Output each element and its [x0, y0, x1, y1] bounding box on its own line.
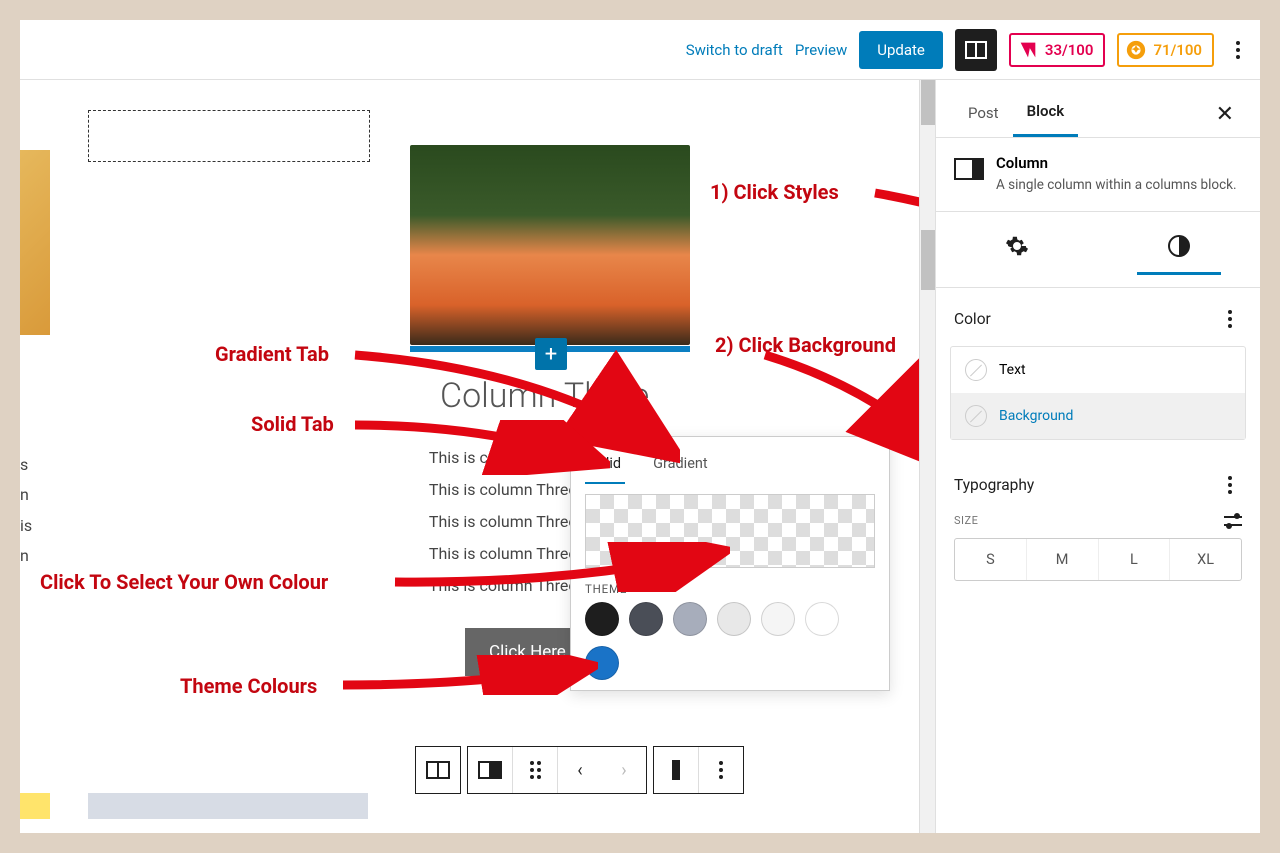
editor-main: s n is n + Column Three This is column T…: [20, 80, 1260, 833]
seo-score-badge-orange[interactable]: 71/100: [1117, 33, 1214, 67]
typography-panel-options[interactable]: [1218, 468, 1242, 502]
size-m[interactable]: M: [1026, 539, 1098, 580]
column-hero-image[interactable]: [410, 145, 690, 345]
custom-color-swatch[interactable]: [585, 494, 875, 568]
align-icon: [672, 760, 680, 780]
add-block-button[interactable]: +: [535, 338, 567, 370]
drag-icon: [530, 761, 541, 779]
toolbar-block-type-button[interactable]: [416, 747, 460, 793]
size-xl[interactable]: XL: [1169, 539, 1241, 580]
theme-color-4[interactable]: [717, 602, 751, 636]
block-toolbar: ‹ ›: [415, 746, 744, 794]
settings-mode-tabs: [936, 212, 1260, 288]
settings-sidebar: Post Block ✕ Column A single column with…: [935, 80, 1260, 833]
typography-panel: Typography SIZE S M L XL: [936, 454, 1260, 599]
tab-settings-general[interactable]: [975, 224, 1059, 275]
tab-post[interactable]: Post: [954, 94, 1013, 136]
color-row-background[interactable]: Background: [951, 393, 1245, 439]
column-block-icon: [954, 158, 984, 180]
color-picker-popover: Solid Gradient THEME: [570, 436, 890, 691]
cropped-image-left: [20, 150, 50, 335]
toolbar-align-button[interactable]: [654, 747, 698, 793]
gear-icon: [1005, 234, 1029, 258]
size-label: SIZE: [954, 514, 978, 527]
annotation-solid-tab: Solid Tab: [251, 412, 334, 436]
chevron-right-icon: ›: [621, 760, 626, 781]
color-row-text[interactable]: Text: [951, 347, 1245, 393]
color-panel: Color Text Background: [936, 288, 1260, 454]
tab-block[interactable]: Block: [1013, 92, 1079, 137]
column-body-text[interactable]: This is column Three. This is column Thr…: [415, 442, 595, 602]
toolbar-move-left[interactable]: ‹: [558, 747, 602, 793]
tab-gradient[interactable]: Gradient: [649, 449, 712, 484]
theme-color-5[interactable]: [761, 602, 795, 636]
size-slider-icon[interactable]: [1224, 514, 1242, 528]
yellow-strip: [20, 793, 50, 819]
toolbar-move-right[interactable]: ›: [602, 747, 646, 793]
seo-orange-icon: [1125, 39, 1147, 61]
column-icon: [426, 761, 450, 779]
scrollbar-thumb-top[interactable]: [921, 80, 935, 125]
theme-color-6[interactable]: [805, 602, 839, 636]
theme-color-3[interactable]: [673, 602, 707, 636]
color-panel-title: Color: [954, 310, 991, 328]
toolbar-more-button[interactable]: [699, 747, 743, 793]
columns-view-icon: [965, 41, 987, 59]
seo-red-icon: [1017, 39, 1039, 61]
theme-color-row: [571, 602, 889, 690]
contrast-icon: [1167, 234, 1191, 258]
arrow-click-styles: [870, 188, 919, 308]
seo-score-badge-red[interactable]: 33/100: [1009, 33, 1106, 67]
grey-strip: [88, 793, 368, 819]
sidebar-tabs: Post Block ✕: [936, 80, 1260, 138]
editor-canvas[interactable]: s n is n + Column Three This is column T…: [20, 80, 919, 833]
empty-block-placeholder[interactable]: [88, 110, 370, 162]
cropped-text-left: s n is n: [20, 450, 32, 572]
size-button-group: S M L XL: [954, 538, 1242, 581]
canvas-scrollbar[interactable]: [919, 80, 935, 833]
theme-color-1[interactable]: [585, 602, 619, 636]
block-description: A single column within a columns block.: [996, 176, 1237, 195]
switch-to-draft-link[interactable]: Switch to draft: [686, 41, 783, 59]
block-name: Column: [996, 154, 1237, 172]
theme-color-2[interactable]: [629, 602, 663, 636]
editor-window: Switch to draft Preview Update 33/100 71…: [20, 20, 1260, 833]
annotation-theme-colours: Theme Colours: [180, 674, 317, 698]
annotation-own-colour: Click To Select Your Own Colour: [40, 570, 328, 594]
toolbar-drag-handle[interactable]: [513, 747, 557, 793]
column-filled-icon: [478, 761, 502, 779]
tab-solid[interactable]: Solid: [585, 449, 625, 484]
text-color-swatch: [965, 359, 987, 381]
editor-topbar: Switch to draft Preview Update 33/100 71…: [20, 20, 1260, 80]
chevron-left-icon: ‹: [577, 760, 582, 781]
view-toggle-button[interactable]: [955, 29, 997, 71]
update-button[interactable]: Update: [859, 31, 943, 69]
annotation-click-styles: 1) Click Styles: [710, 180, 839, 204]
size-l[interactable]: L: [1098, 539, 1170, 580]
tab-settings-styles[interactable]: [1137, 224, 1221, 275]
color-panel-options[interactable]: [1218, 302, 1242, 336]
typography-panel-title: Typography: [954, 476, 1034, 494]
more-options-button[interactable]: [1226, 33, 1250, 67]
sidebar-close-button[interactable]: ✕: [1208, 98, 1242, 131]
scrollbar-thumb[interactable]: [921, 230, 935, 290]
toolbar-column-select-button[interactable]: [468, 747, 512, 793]
theme-color-7[interactable]: [585, 646, 619, 680]
size-s[interactable]: S: [955, 539, 1026, 580]
annotation-click-background: 2) Click Background: [715, 333, 896, 357]
theme-label: THEME: [571, 574, 889, 602]
background-color-swatch: [965, 405, 987, 427]
block-info-section: Column A single column within a columns …: [936, 138, 1260, 212]
column-title[interactable]: Column Three: [440, 376, 649, 416]
preview-link[interactable]: Preview: [795, 41, 847, 59]
annotation-gradient-tab: Gradient Tab: [215, 342, 329, 366]
